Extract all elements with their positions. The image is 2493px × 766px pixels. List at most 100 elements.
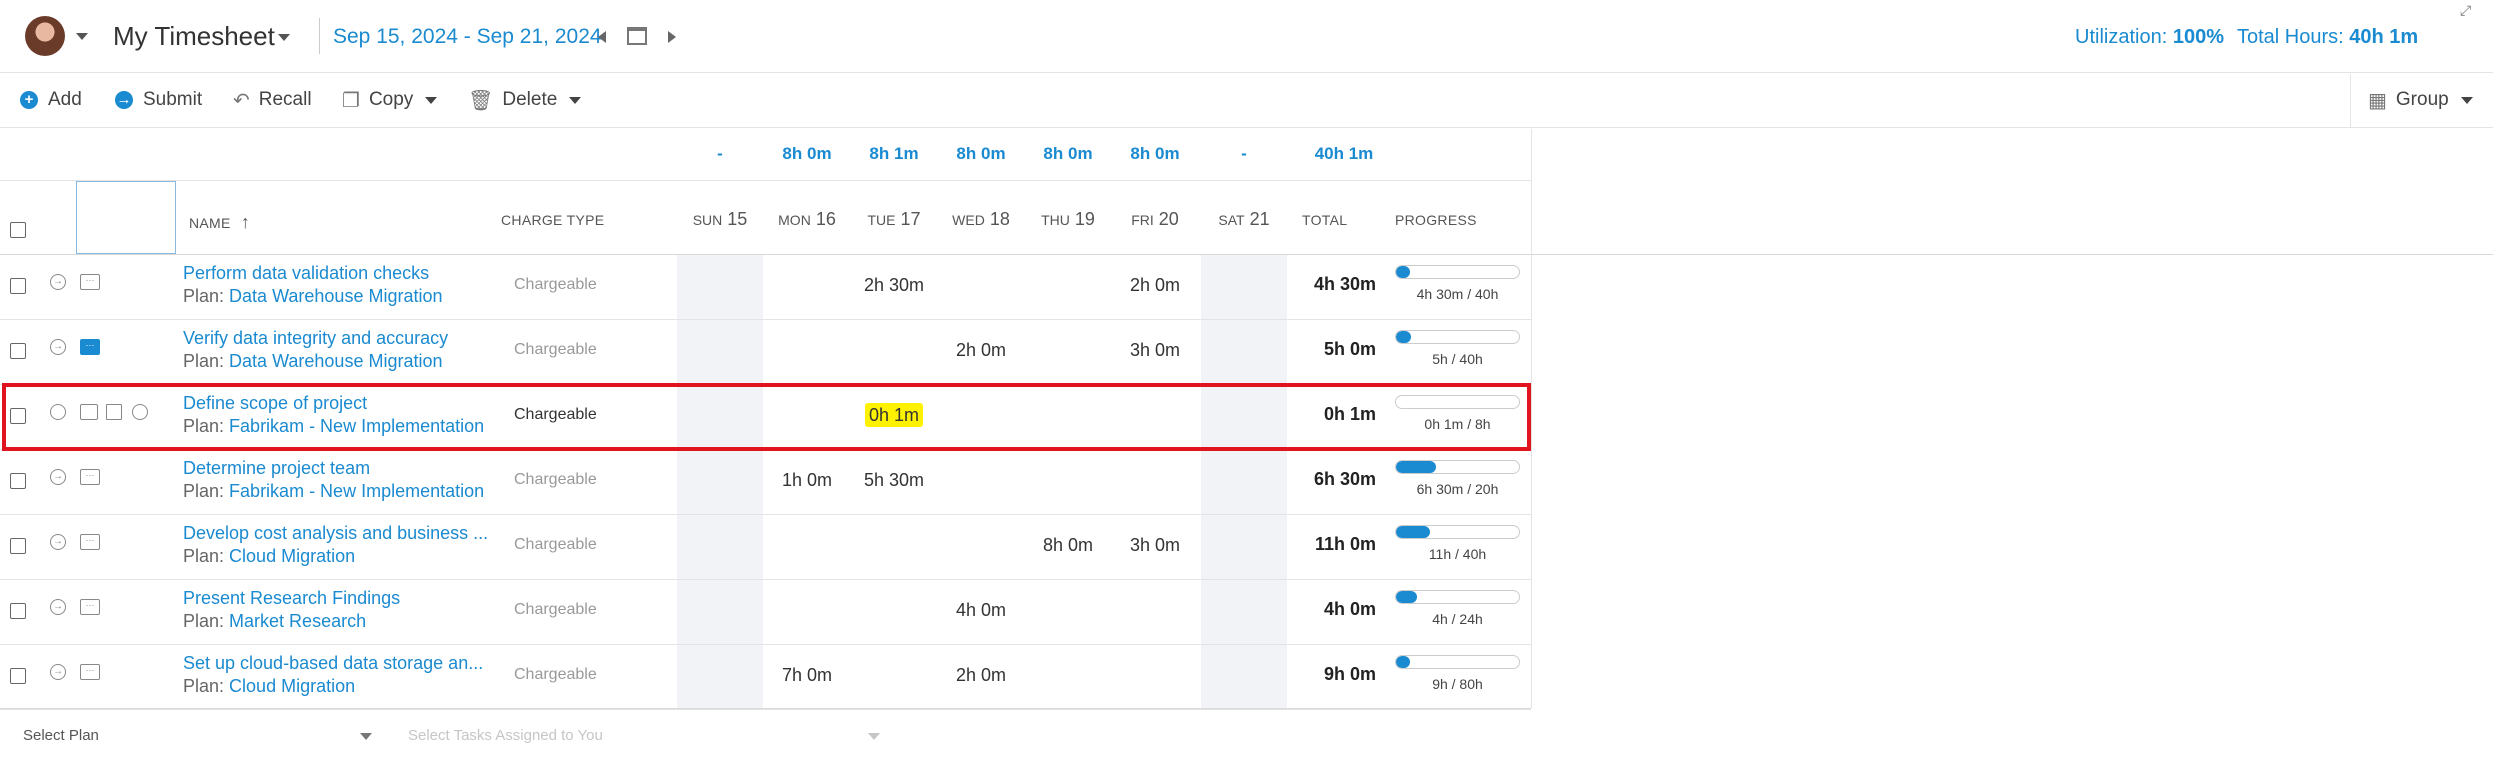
row-checkbox[interactable] — [10, 538, 26, 554]
hours-cell[interactable]: 2h 0m — [938, 665, 1024, 686]
group-button[interactable]: ▦ Group — [2368, 87, 2473, 113]
select-tasks-dropdown[interactable]: Select Tasks Assigned to You — [408, 727, 603, 744]
title-chevron-down-icon[interactable] — [278, 34, 290, 41]
row-checkbox[interactable] — [10, 278, 26, 294]
hours-cell[interactable]: 3h 0m — [1112, 535, 1198, 556]
column-total-header[interactable]: TOTAL — [1302, 212, 1347, 228]
hours-cell[interactable]: 2h 30m — [851, 275, 937, 296]
charge-type[interactable]: Chargeable — [514, 536, 597, 554]
task-name-link[interactable]: Determine project team — [183, 458, 370, 479]
hours-cell[interactable]: 2h 0m — [1112, 275, 1198, 296]
add-button[interactable]: + Add — [20, 87, 82, 113]
column-day-header[interactable]: SAT 21 — [1201, 209, 1287, 230]
delete-button[interactable]: 🗑 Delete — [468, 87, 582, 113]
progress-bar — [1395, 265, 1520, 279]
comment-icon[interactable]: ··· — [80, 339, 100, 355]
date-range[interactable]: Sep 15, 2024 - Sep 21, 2024 — [333, 25, 602, 49]
select-all-checkbox[interactable] — [10, 222, 26, 238]
column-charge-type-header[interactable]: CHARGE TYPE — [501, 212, 604, 228]
copy-button[interactable]: ❐ Copy — [342, 87, 438, 113]
day-number: 16 — [815, 209, 836, 229]
sort-arrow-up-icon[interactable]: ↑ — [241, 212, 250, 232]
comment-icon[interactable]: ··· — [80, 469, 100, 485]
avatar-menu-chevron-icon[interactable] — [76, 33, 88, 40]
column-day-header[interactable]: FRI 20 — [1112, 209, 1198, 230]
hours-cell[interactable]: 2h 0m — [938, 340, 1024, 361]
hours-cell[interactable]: 8h 0m — [1025, 535, 1111, 556]
plan-link[interactable]: Data Warehouse Migration — [229, 351, 442, 371]
charge-type[interactable]: Chargeable — [514, 666, 597, 684]
divider — [0, 180, 1531, 181]
next-week-icon[interactable] — [668, 31, 676, 43]
charge-type[interactable]: Chargeable — [514, 471, 597, 489]
page-title[interactable]: My Timesheet — [113, 21, 275, 52]
calendar-icon[interactable] — [627, 27, 647, 45]
hours-cell[interactable]: 7h 0m — [764, 665, 850, 686]
previous-week-icon[interactable] — [598, 31, 606, 43]
arrow-circle-icon[interactable]: → — [50, 599, 66, 615]
highlight-frame — [2, 383, 1531, 451]
plan-link[interactable]: Cloud Migration — [229, 676, 355, 696]
undo-icon: ↶ — [233, 89, 250, 112]
arrow-circle-icon[interactable]: → — [50, 534, 66, 550]
comment-icon[interactable]: ··· — [80, 599, 100, 615]
comment-icon[interactable]: ··· — [80, 664, 100, 680]
arrow-circle-icon[interactable]: → — [50, 664, 66, 680]
column-progress-header[interactable]: PROGRESS — [1395, 212, 1477, 228]
submit-button[interactable]: → Submit — [115, 87, 202, 113]
plan-prefix: Plan: — [183, 546, 225, 566]
column-selector[interactable] — [76, 181, 176, 254]
recall-button[interactable]: ↶ Recall — [233, 87, 312, 113]
row-checkbox[interactable] — [10, 343, 26, 359]
plan-link[interactable]: Cloud Migration — [229, 546, 355, 566]
column-day-header[interactable]: MON 16 — [764, 209, 850, 230]
plan-link[interactable]: Data Warehouse Migration — [229, 286, 442, 306]
select-plan-dropdown[interactable]: Select Plan — [23, 727, 99, 744]
arrow-circle-icon[interactable]: → — [50, 339, 66, 355]
charge-type[interactable]: Chargeable — [514, 601, 597, 619]
arrow-circle-icon[interactable]: → — [50, 469, 66, 485]
column-day-header[interactable]: THU 19 — [1025, 209, 1111, 230]
row-total: 4h 30m — [1313, 274, 1376, 294]
arrow-circle-icon[interactable]: → — [50, 274, 66, 290]
task-name-link[interactable]: Develop cost analysis and business ... — [183, 523, 488, 544]
table-row[interactable]: → ··· Verify data integrity and accuracy Pl… — [0, 320, 1531, 385]
plan-link[interactable]: Fabrikam - New Implementation — [229, 481, 484, 501]
toolbar: + Add → Submit ↶ Recall ❐ Copy 🗑 Delete … — [0, 74, 2493, 128]
avatar[interactable] — [25, 16, 65, 56]
row-checkbox[interactable] — [10, 668, 26, 684]
plan-link[interactable]: Market Research — [229, 611, 366, 631]
hours-cell[interactable]: 1h 0m — [764, 470, 850, 491]
progress-label: 4h 30m / 40h — [1416, 286, 1499, 302]
table-row[interactable]: → ··· Perform data validation checks Plan: … — [0, 255, 1531, 320]
hours-cell[interactable]: 5h 30m — [851, 470, 937, 491]
table-row[interactable]: → ··· Determine project team Plan: Fabrikam… — [0, 450, 1531, 515]
hours-value: 4h 0m — [955, 600, 1007, 620]
chevron-down-icon — [569, 96, 582, 104]
table-row[interactable]: → ··· Set up cloud-based data storage an..… — [0, 645, 1531, 710]
comment-icon[interactable]: ··· — [80, 534, 100, 550]
column-day-header[interactable]: SUN 15 — [677, 209, 763, 230]
task-name-link[interactable]: Present Research Findings — [183, 588, 400, 609]
table-row[interactable]: → ··· Present Research Findings Plan: Marke… — [0, 580, 1531, 645]
hours-cell[interactable]: 4h 0m — [938, 600, 1024, 621]
task-name-link[interactable]: Set up cloud-based data storage an... — [183, 653, 483, 674]
row-checkbox[interactable] — [10, 473, 26, 489]
row-checkbox[interactable] — [10, 603, 26, 619]
charge-type[interactable]: Chargeable — [514, 341, 597, 359]
divider — [2350, 74, 2351, 128]
task-name-link[interactable]: Perform data validation checks — [183, 263, 429, 284]
charge-type[interactable]: Chargeable — [514, 276, 597, 294]
chevron-down-icon[interactable] — [868, 733, 880, 740]
plan-prefix: Plan: — [183, 676, 225, 696]
expand-icon[interactable]: ⤢ — [2460, 2, 2471, 19]
table-row[interactable]: → ··· Develop cost analysis and business .… — [0, 515, 1531, 580]
task-name-link[interactable]: Verify data integrity and accuracy — [183, 328, 448, 349]
column-day-header[interactable]: TUE 17 — [851, 209, 937, 230]
chevron-down-icon[interactable] — [360, 733, 372, 740]
hours-cell[interactable]: 3h 0m — [1112, 340, 1198, 361]
copy-label: Copy — [368, 89, 414, 110]
column-day-header[interactable]: WED 18 — [938, 209, 1024, 230]
column-name-header[interactable]: NAME ↑ — [189, 212, 250, 233]
comment-icon[interactable]: ··· — [80, 274, 100, 290]
